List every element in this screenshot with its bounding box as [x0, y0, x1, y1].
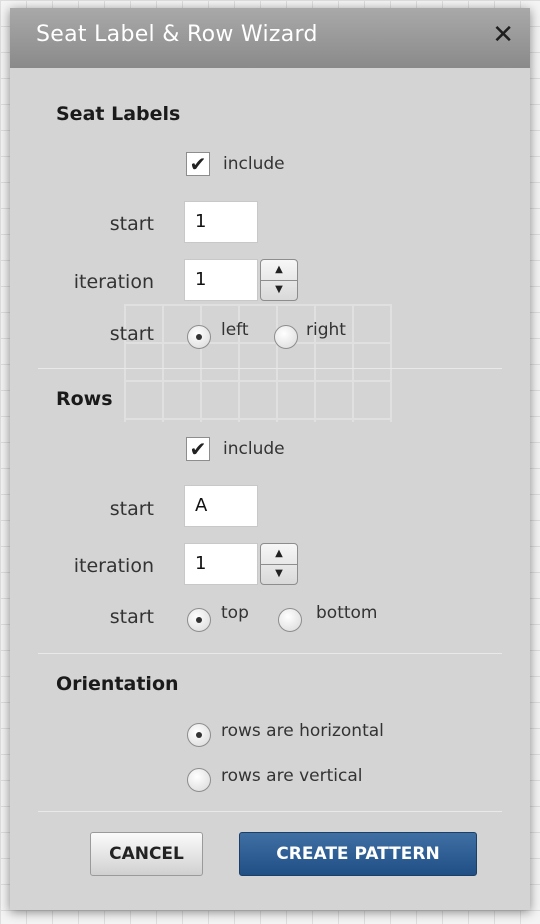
rows-direction-label: start	[109, 606, 154, 628]
seat-labels-start-input[interactable]: 1	[184, 201, 258, 243]
rows-top-label: top	[221, 603, 249, 623]
stepper-up-icon[interactable]: ▲	[261, 544, 297, 565]
stepper-down-icon[interactable]: ▼	[261, 564, 297, 584]
rows-include-label: include	[223, 439, 285, 459]
seat-labels-heading: Seat Labels	[56, 103, 181, 125]
section-divider	[38, 811, 502, 812]
orientation-vertical-label: rows are vertical	[221, 766, 363, 786]
seat-label-row-wizard-dialog: Seat Label & Row Wizard ✕ Seat Labels ✔ …	[10, 8, 530, 910]
seat-labels-iteration-input[interactable]: 1	[184, 259, 258, 301]
rows-start-input[interactable]: A	[184, 485, 258, 527]
background-seat-grid	[124, 304, 392, 422]
rows-iteration-input[interactable]: 1	[184, 543, 258, 585]
stepper-up-icon[interactable]: ▲	[261, 260, 297, 281]
seat-labels-include-checkbox[interactable]: ✔	[186, 152, 210, 176]
seat-labels-left-label: left	[221, 320, 249, 340]
seat-labels-iteration-label: iteration	[73, 271, 154, 293]
cancel-button[interactable]: CANCEL	[90, 832, 203, 876]
orientation-horizontal-label: rows are horizontal	[221, 721, 384, 741]
orientation-heading: Orientation	[56, 673, 179, 695]
rows-start-label: start	[109, 498, 154, 520]
seat-labels-include-label: include	[223, 154, 285, 174]
seat-labels-left-radio[interactable]	[187, 325, 211, 349]
rows-iteration-label: iteration	[73, 555, 154, 577]
rows-heading: Rows	[56, 388, 113, 410]
section-divider	[38, 653, 502, 654]
seat-labels-right-radio[interactable]	[274, 325, 298, 349]
rows-include-checkbox[interactable]: ✔	[186, 437, 210, 461]
rows-bottom-radio[interactable]	[278, 608, 302, 632]
orientation-horizontal-radio[interactable]	[187, 723, 211, 747]
seat-labels-start-label: start	[109, 213, 154, 235]
orientation-vertical-radio[interactable]	[187, 768, 211, 792]
seat-labels-direction-label: start	[109, 323, 154, 345]
rows-iteration-stepper[interactable]: ▲ ▼	[260, 543, 298, 585]
close-icon[interactable]: ✕	[492, 20, 514, 50]
rows-bottom-label: bottom	[316, 603, 378, 623]
dialog-titlebar: Seat Label & Row Wizard ✕	[10, 8, 530, 68]
create-pattern-button[interactable]: CREATE PATTERN	[239, 832, 477, 876]
seat-labels-right-label: right	[306, 320, 346, 340]
stepper-down-icon[interactable]: ▼	[261, 280, 297, 300]
rows-top-radio[interactable]	[187, 608, 211, 632]
section-divider	[38, 368, 502, 369]
seat-labels-iteration-stepper[interactable]: ▲ ▼	[260, 259, 298, 301]
dialog-title: Seat Label & Row Wizard	[36, 22, 318, 47]
